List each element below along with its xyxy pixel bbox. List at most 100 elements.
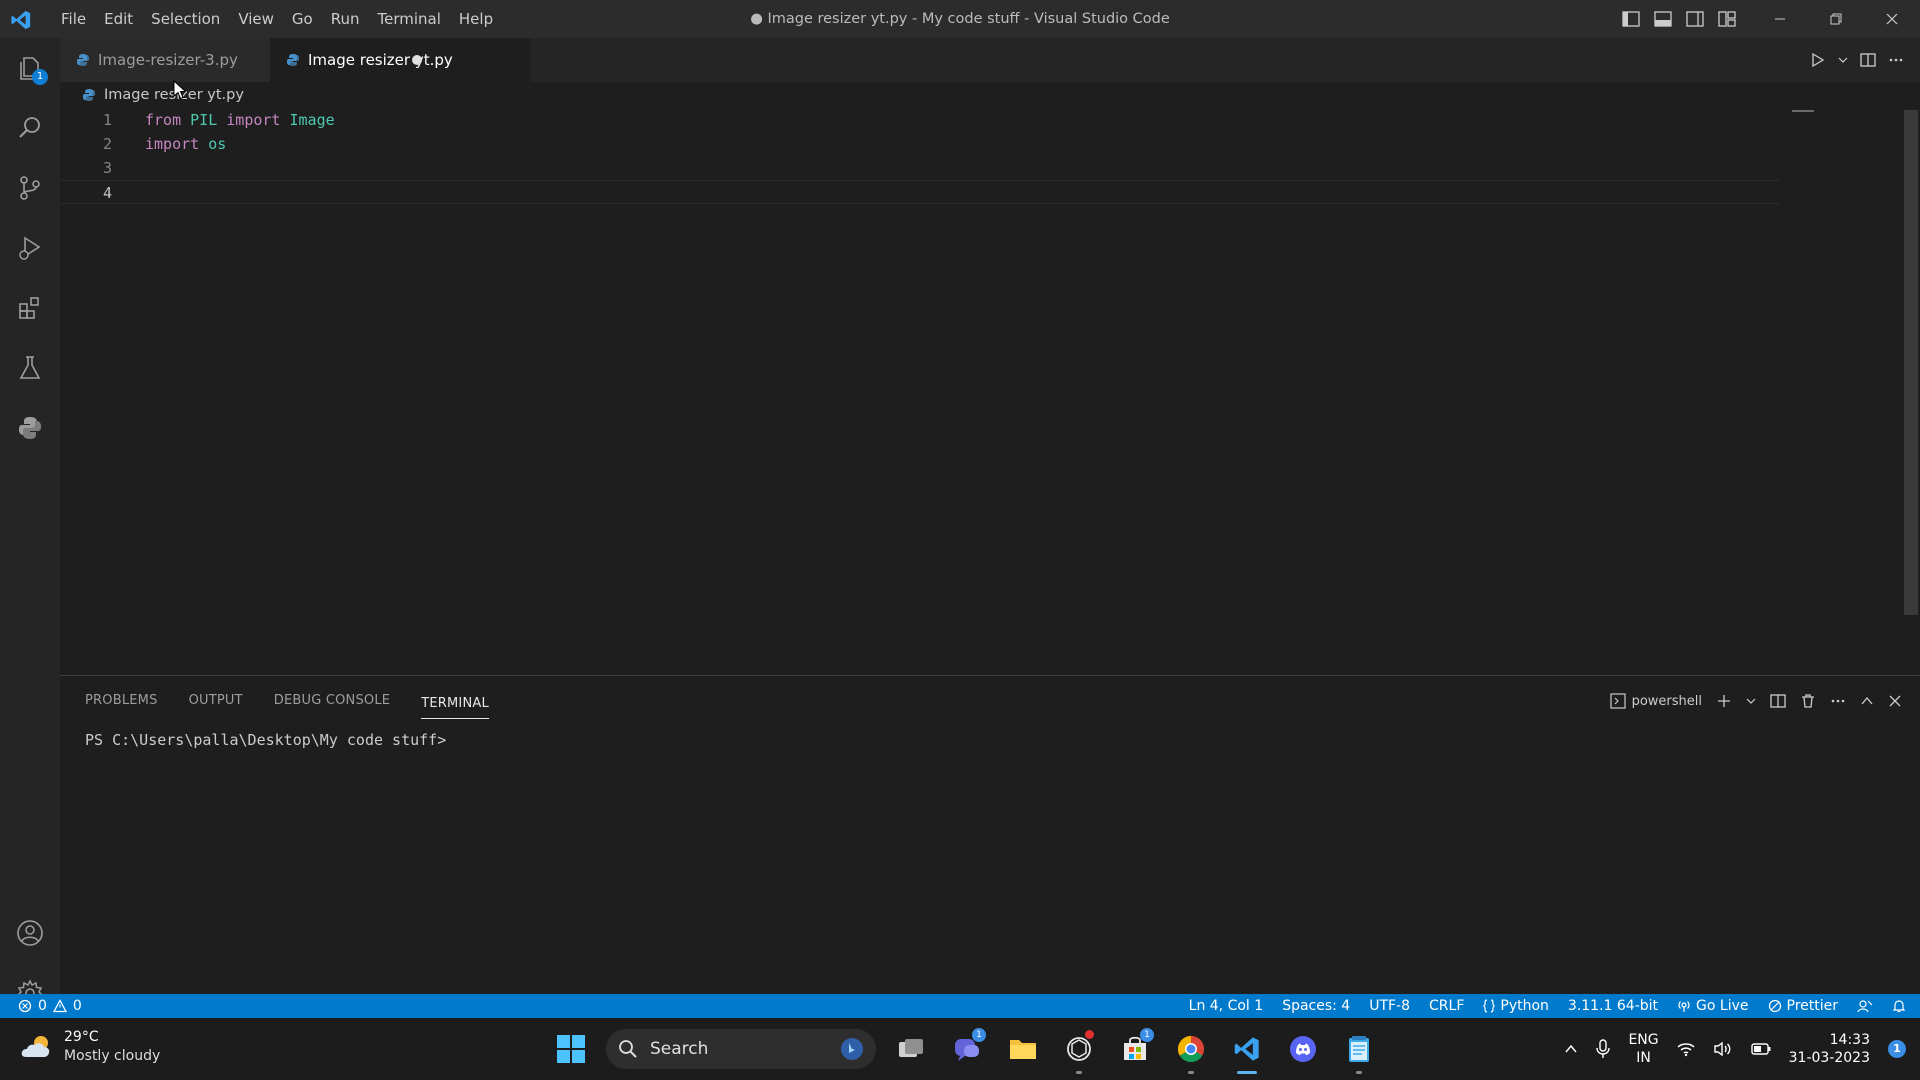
menu-view[interactable]: View bbox=[229, 0, 283, 38]
tab-problems[interactable]: PROBLEMS bbox=[85, 676, 158, 726]
module-token: os bbox=[208, 135, 227, 153]
problems-summary[interactable]: 0 0 bbox=[18, 994, 82, 1018]
tab-image-resizer-3[interactable]: Image-resizer-3.py bbox=[60, 38, 270, 82]
close-window-icon[interactable] bbox=[1864, 0, 1920, 38]
new-terminal-icon[interactable] bbox=[1716, 693, 1732, 709]
go-live-button[interactable]: Go Live bbox=[1677, 998, 1749, 1014]
mouse-pointer-icon bbox=[173, 80, 187, 100]
bottom-panel: PROBLEMS OUTPUT DEBUG CONSOLE TERMINAL p… bbox=[60, 675, 1920, 994]
task-view-button[interactable] bbox=[890, 1028, 932, 1070]
prettier-button[interactable]: Prettier bbox=[1768, 998, 1838, 1014]
python-button[interactable] bbox=[0, 398, 60, 458]
layout-controls bbox=[1620, 8, 1738, 30]
minimize-icon[interactable] bbox=[1752, 0, 1808, 38]
tab-debug-console[interactable]: DEBUG CONSOLE bbox=[274, 676, 390, 726]
accounts-button[interactable] bbox=[0, 903, 60, 963]
menu-edit[interactable]: Edit bbox=[95, 0, 142, 38]
status-bar-right: Ln 4, Col 1 Spaces: 4 UTF-8 CRLF Python … bbox=[1189, 994, 1906, 1018]
minimap[interactable] bbox=[1792, 110, 1814, 112]
menu-bar: File Edit Selection View Go Run Terminal… bbox=[52, 0, 502, 38]
tab-output[interactable]: OUTPUT bbox=[189, 676, 243, 726]
toggle-primary-sidebar-icon[interactable] bbox=[1620, 8, 1642, 30]
run-python-file-icon[interactable] bbox=[1810, 52, 1826, 68]
code-editor[interactable]: 1 from PIL import Image 2 import os 3 4 bbox=[60, 108, 1905, 675]
notification-center-badge[interactable]: 1 bbox=[1888, 1040, 1906, 1058]
weather-temperature: 29°C bbox=[64, 1029, 99, 1045]
input-language[interactable]: ENG IN bbox=[1628, 1031, 1658, 1067]
account-icon bbox=[15, 918, 45, 948]
split-editor-icon[interactable] bbox=[1860, 52, 1876, 68]
warning-count: 0 bbox=[72, 998, 82, 1014]
language-label: Python bbox=[1500, 998, 1549, 1014]
vscode-taskbar-button[interactable] bbox=[1226, 1028, 1268, 1074]
error-count: 0 bbox=[38, 998, 47, 1014]
status-bar: 0 0 Ln 4, Col 1 Spaces: 4 UTF-8 CRLF Pyt… bbox=[0, 994, 1920, 1018]
toggle-secondary-sidebar-icon[interactable] bbox=[1684, 8, 1706, 30]
microsoft-store-button[interactable]: 1 bbox=[1114, 1028, 1156, 1070]
code-text: from PIL import Image bbox=[145, 108, 335, 132]
keyword-token: import bbox=[226, 111, 281, 129]
extensions-button[interactable] bbox=[0, 278, 60, 338]
run-debug-button[interactable] bbox=[0, 218, 60, 278]
teams-chat-button[interactable]: 1 bbox=[946, 1028, 988, 1070]
python-file-icon bbox=[286, 53, 300, 67]
search-view-button[interactable] bbox=[0, 98, 60, 158]
wifi-icon[interactable] bbox=[1677, 1041, 1695, 1057]
python-interpreter[interactable]: 3.11.1 64-bit bbox=[1568, 998, 1658, 1014]
clock[interactable]: 14:33 31-03-2023 bbox=[1789, 1031, 1870, 1067]
testing-button[interactable] bbox=[0, 338, 60, 398]
discord-button[interactable] bbox=[1282, 1028, 1324, 1070]
cursor-position[interactable]: Ln 4, Col 1 bbox=[1189, 998, 1264, 1014]
discord-icon bbox=[1288, 1034, 1318, 1064]
customize-layout-icon[interactable] bbox=[1716, 8, 1738, 30]
feedback-icon[interactable] bbox=[1857, 999, 1873, 1013]
start-button[interactable] bbox=[550, 1028, 592, 1070]
menu-help[interactable]: Help bbox=[450, 0, 502, 38]
tab-image-resizer-yt[interactable]: Image resizer yt.py bbox=[270, 38, 530, 82]
terminal-profile-button[interactable]: powershell bbox=[1609, 693, 1702, 709]
breadcrumb[interactable]: Image resizer yt.py bbox=[82, 84, 244, 106]
running-indicator bbox=[1188, 1071, 1194, 1074]
menu-terminal[interactable]: Terminal bbox=[369, 0, 450, 38]
search-icon bbox=[618, 1039, 638, 1059]
notifications-bell-icon[interactable] bbox=[1892, 999, 1906, 1013]
taskbar-search[interactable]: Search bbox=[606, 1029, 876, 1069]
microphone-icon[interactable] bbox=[1596, 1039, 1611, 1059]
end-of-line[interactable]: CRLF bbox=[1429, 998, 1464, 1014]
maximize-panel-icon[interactable] bbox=[1860, 694, 1874, 708]
file-explorer-button[interactable] bbox=[1002, 1028, 1044, 1070]
more-actions-icon[interactable] bbox=[1830, 693, 1846, 709]
broadcast-icon bbox=[1677, 999, 1691, 1013]
volume-icon[interactable] bbox=[1713, 1041, 1733, 1057]
menu-file[interactable]: File bbox=[52, 0, 95, 38]
menu-run[interactable]: Run bbox=[322, 0, 369, 38]
language-mode[interactable]: Python bbox=[1483, 998, 1549, 1014]
notepad-button[interactable] bbox=[1338, 1028, 1380, 1074]
chevron-down-icon[interactable] bbox=[1838, 55, 1848, 65]
editor-scrollbar[interactable] bbox=[1904, 110, 1918, 615]
weather-widget[interactable]: 29°C Mostly cloudy bbox=[20, 1028, 160, 1066]
indentation[interactable]: Spaces: 4 bbox=[1282, 998, 1350, 1014]
unsaved-changes-dot[interactable] bbox=[412, 55, 422, 65]
explorer-button[interactable]: 1 bbox=[0, 38, 60, 98]
restore-icon[interactable] bbox=[1808, 0, 1864, 38]
source-control-button[interactable] bbox=[0, 158, 60, 218]
terminal-prompt[interactable]: PS C:\Users\palla\Desktop\My code stuff> bbox=[85, 731, 446, 749]
line-number: 2 bbox=[102, 135, 112, 153]
more-actions-icon[interactable] bbox=[1888, 52, 1904, 68]
menu-selection[interactable]: Selection bbox=[142, 0, 229, 38]
battery-icon[interactable] bbox=[1750, 1042, 1771, 1056]
split-terminal-icon[interactable] bbox=[1770, 693, 1786, 709]
warning-icon bbox=[52, 999, 67, 1013]
trash-icon[interactable] bbox=[1800, 693, 1816, 709]
bing-icon bbox=[840, 1037, 864, 1061]
encoding[interactable]: UTF-8 bbox=[1369, 998, 1410, 1014]
tab-terminal[interactable]: TERMINAL bbox=[421, 689, 489, 719]
chatgpt-app-button[interactable] bbox=[1058, 1028, 1100, 1074]
chevron-up-icon[interactable] bbox=[1564, 1042, 1578, 1056]
chevron-down-icon[interactable] bbox=[1746, 696, 1756, 706]
toggle-panel-icon[interactable] bbox=[1652, 8, 1674, 30]
menu-go[interactable]: Go bbox=[283, 0, 322, 38]
chrome-button[interactable] bbox=[1170, 1028, 1212, 1074]
close-panel-icon[interactable] bbox=[1888, 694, 1902, 708]
